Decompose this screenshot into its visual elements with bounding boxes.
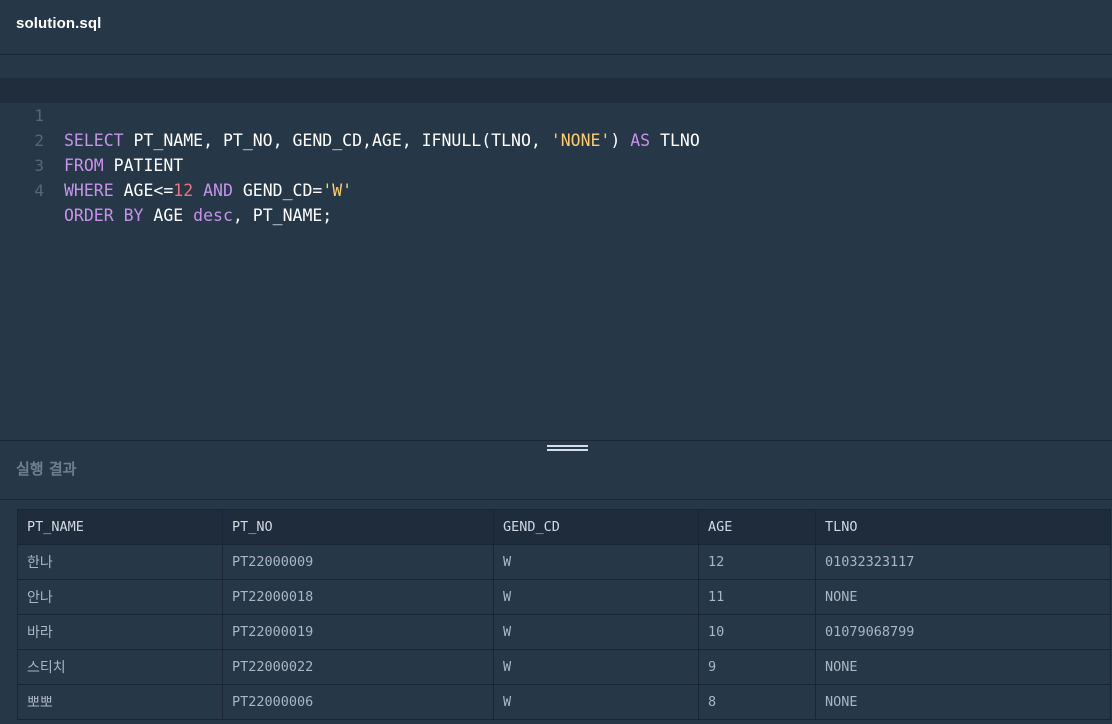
table-cell: 스티치 — [17, 649, 223, 685]
table-row: 바라 PT22000019 W 10 01079068799 — [17, 614, 1111, 650]
table-cell: W — [493, 579, 699, 615]
column-header: PT_NO — [222, 509, 494, 545]
table-cell: 안나 — [17, 579, 223, 615]
table-row: 뽀뽀 PT22000006 W 8 NONE — [17, 684, 1111, 720]
column-header: GEND_CD — [493, 509, 699, 545]
table-cell: 8 — [698, 684, 816, 720]
table-cell: 뽀뽀 — [17, 684, 223, 720]
editor-tab-bar: solution.sql — [0, 0, 1112, 55]
table-cell: PT22000022 — [222, 649, 494, 685]
table-cell: 01079068799 — [815, 614, 1111, 650]
results-panel: PT_NAME PT_NO GEND_CD AGE TLNO 한나 PT2200… — [0, 500, 1112, 724]
column-header: TLNO — [815, 509, 1111, 545]
line-number: 4 — [34, 181, 44, 200]
table-cell: 9 — [698, 649, 816, 685]
code-line-4[interactable]: 4 ORDER BY AGE desc, PT_NAME; — [0, 153, 1112, 225]
table-cell: 01032323117 — [815, 544, 1111, 580]
table-cell: 11 — [698, 579, 816, 615]
table-row: 안나 PT22000018 W 11 NONE — [17, 579, 1111, 615]
table-cell: 바라 — [17, 614, 223, 650]
results-title: 실행 결과 — [16, 460, 77, 478]
file-tab-solution[interactable]: solution.sql — [16, 15, 101, 32]
table-row: 스티치 PT22000022 W 9 NONE — [17, 649, 1111, 685]
table-cell: W — [493, 649, 699, 685]
table-cell: 12 — [698, 544, 816, 580]
column-header: AGE — [698, 509, 816, 545]
table-cell: 10 — [698, 614, 816, 650]
code-line-1[interactable]: 1 SELECT PT_NAME, PT_NO, GEND_CD,AGE, IF… — [0, 78, 1112, 150]
table-cell: PT22000009 — [222, 544, 494, 580]
table-cell: 한나 — [17, 544, 223, 580]
table-cell: PT22000019 — [222, 614, 494, 650]
table-cell: PT22000006 — [222, 684, 494, 720]
table-header-row: PT_NAME PT_NO GEND_CD AGE TLNO — [17, 509, 1111, 545]
table-cell: PT22000018 — [222, 579, 494, 615]
table-cell: W — [493, 544, 699, 580]
table-row: 한나 PT22000009 W 12 01032323117 — [17, 544, 1111, 580]
table-cell: NONE — [815, 684, 1111, 720]
results-table: PT_NAME PT_NO GEND_CD AGE TLNO 한나 PT2200… — [17, 509, 1111, 720]
code-line-3[interactable]: 3 WHERE AGE<=12 AND GEND_CD='W' — [0, 128, 1112, 200]
code-text: ORDER BY AGE desc, PT_NAME; — [64, 206, 333, 225]
table-cell: NONE — [815, 579, 1111, 615]
table-cell: W — [493, 614, 699, 650]
code-editor[interactable]: 1 SELECT PT_NAME, PT_NO, GEND_CD,AGE, IF… — [0, 56, 1112, 440]
resize-handle[interactable] — [547, 445, 588, 455]
code-line-2[interactable]: 2 FROM PATIENT — [0, 103, 1112, 175]
table-cell: NONE — [815, 649, 1111, 685]
column-header: PT_NAME — [17, 509, 223, 545]
code-text: WHERE AGE<=12 AND GEND_CD='W' — [64, 181, 353, 200]
table-cell: W — [493, 684, 699, 720]
